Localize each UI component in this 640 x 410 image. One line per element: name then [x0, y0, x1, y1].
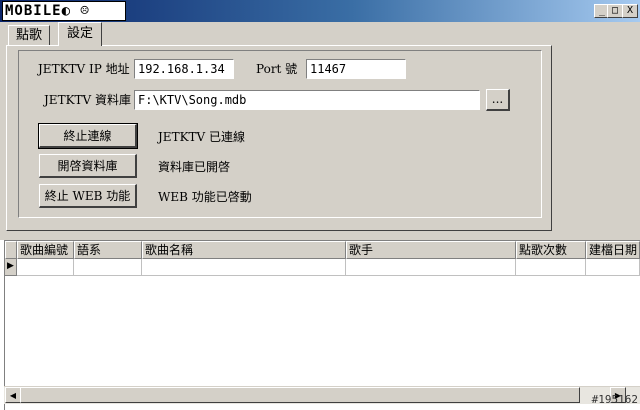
grid-cell[interactable] [516, 259, 586, 276]
tab-settings[interactable]: 設定 [58, 22, 102, 46]
column-header-language[interactable]: 語系 [74, 241, 142, 259]
arrow-left-icon: ◀ [9, 391, 17, 400]
stop-web-button[interactable]: 終止 WEB 功能 [39, 184, 137, 208]
db-path-input[interactable]: F:\KTV\Song.mdb [134, 90, 480, 110]
grid-cell[interactable] [346, 259, 516, 276]
grid-cell[interactable] [586, 259, 640, 276]
grid-cell[interactable] [142, 259, 346, 276]
connection-status: JETKTV 已連線 [158, 130, 246, 144]
app-logo: MOBILE◐ ☹ [2, 1, 126, 21]
maximize-button[interactable]: □ [607, 4, 623, 18]
scroll-thumb[interactable] [20, 387, 580, 403]
port-input[interactable]: 11467 [306, 59, 406, 79]
database-status: 資料庫已開啓 [158, 160, 231, 174]
watermark: #195162 [591, 393, 638, 406]
db-label: JETKTV 資料庫 [44, 93, 132, 107]
row-pointer-icon: ▶ [7, 261, 14, 271]
open-database-button[interactable]: 開啓資料庫 [39, 154, 137, 178]
port-label: Port 號 [256, 62, 298, 76]
close-button[interactable]: X [622, 4, 638, 18]
stop-connection-button[interactable]: 終止連線 [38, 123, 138, 149]
row-selector[interactable]: ▶ [5, 259, 17, 276]
column-header-song-id[interactable]: 歌曲編號 [17, 241, 74, 259]
grid-cell[interactable] [74, 259, 142, 276]
browse-button[interactable]: ... [486, 89, 510, 111]
scroll-left-button[interactable]: ◀ [5, 387, 21, 403]
column-header-created-date[interactable]: 建檔日期 [586, 241, 640, 259]
grid-cell[interactable] [17, 259, 74, 276]
ip-label: JETKTV IP 地址 [38, 62, 130, 76]
column-header-singer[interactable]: 歌手 [346, 241, 516, 259]
tab-song-request[interactable]: 點歌 [8, 25, 50, 45]
web-status: WEB 功能已啓動 [158, 190, 252, 204]
grid-corner-header [5, 241, 17, 259]
column-header-song-name[interactable]: 歌曲名稱 [142, 241, 346, 259]
column-header-play-count[interactable]: 點歌次數 [516, 241, 586, 259]
ip-input[interactable]: 192.168.1.34 [134, 59, 234, 79]
